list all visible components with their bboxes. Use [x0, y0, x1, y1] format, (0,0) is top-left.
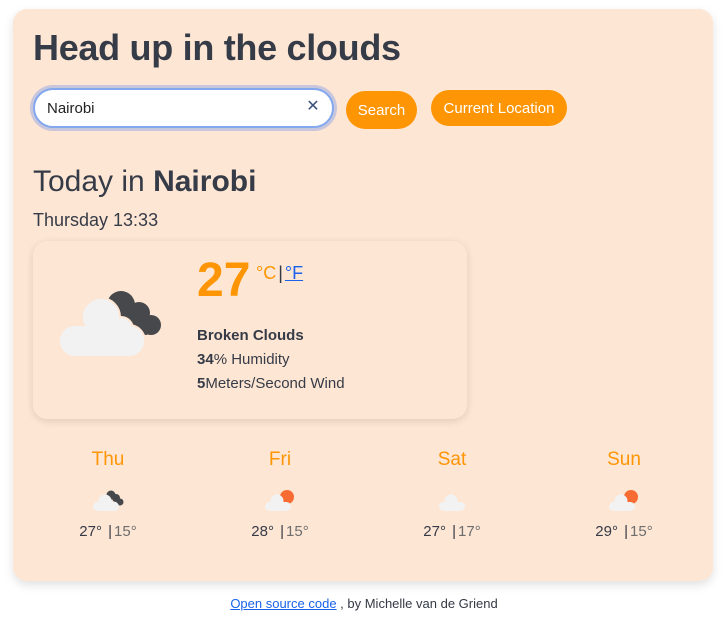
humidity-label: % Humidity	[213, 351, 290, 368]
footer: Open source code , by Michelle van de Gr…	[0, 596, 728, 611]
broken-clouds-icon	[58, 291, 161, 358]
forecast-min: 15°	[286, 523, 309, 540]
forecast-min: 15°	[630, 523, 653, 540]
app-title: Head up in the clouds	[33, 27, 401, 68]
weather-app: Head up in the clouds ✕ Search Current L…	[13, 9, 713, 581]
footer-credit: , by Michelle van de Griend	[336, 596, 498, 611]
forecast-min: 15°	[114, 523, 137, 540]
broken-clouds-icon	[93, 490, 124, 511]
today-heading: Today in Nairobi	[33, 165, 256, 199]
forecast-separator: |	[452, 523, 457, 540]
search-button[interactable]: Search	[346, 91, 417, 129]
fahrenheit-link[interactable]: °F	[285, 263, 303, 283]
forecast-day: Sat 27° | 17°	[377, 449, 527, 540]
current-location-button[interactable]: Current Location	[431, 90, 567, 126]
forecast-max: 28°	[251, 523, 274, 540]
forecast-separator: |	[108, 523, 113, 540]
forecast-max: 27°	[79, 523, 102, 540]
forecast-temps: 28° | 15°	[205, 523, 355, 540]
unit-separator: |	[278, 263, 283, 283]
few-clouds-day-icon	[609, 490, 638, 511]
forecast-separator: |	[624, 523, 629, 540]
current-temperature: 27	[197, 254, 251, 307]
city-search-input[interactable]	[47, 90, 297, 126]
wind-label: Meters/Second Wind	[205, 375, 345, 392]
forecast-max: 29°	[595, 523, 618, 540]
current-weather-card: 27 °C | °F Broken Clouds 34% Humidity 5Met…	[33, 241, 467, 419]
forecast-separator: |	[280, 523, 285, 540]
forecast-day-name: Fri	[268, 449, 292, 470]
forecast-temps: 29° | 15°	[549, 523, 699, 540]
weather-description: Broken Clouds	[197, 327, 304, 344]
humidity-value: 34	[197, 351, 214, 368]
forecast-temps: 27° | 17°	[377, 523, 527, 540]
forecast-day: Thu 27° | 15°	[33, 449, 183, 540]
forecast-day-name: Sun	[607, 449, 641, 470]
few-clouds-day-icon	[265, 490, 294, 511]
forecast: Thu 27° | 15° Fri 28° | 15° Sat 27° | 17° S…	[33, 449, 713, 559]
city-name: Nairobi	[153, 165, 257, 198]
forecast-max: 27°	[423, 523, 446, 540]
humidity: 34% Humidity	[197, 351, 290, 368]
celsius-unit[interactable]: °C	[256, 263, 276, 283]
forecast-day: Fri 28° | 15°	[205, 449, 355, 540]
close-icon[interactable]: ✕	[304, 98, 322, 116]
source-code-link[interactable]: Open source code	[230, 596, 336, 611]
search-box: ✕	[33, 88, 334, 128]
wind: 5Meters/Second Wind	[197, 375, 345, 392]
current-datetime: Thursday 13:33	[33, 210, 159, 230]
forecast-temps: 27° | 15°	[33, 523, 183, 540]
scattered-clouds-icon	[439, 494, 465, 511]
unit-toggle: °C | °F	[256, 263, 303, 284]
forecast-day: Sun 29° | 15°	[549, 449, 699, 540]
today-prefix: Today in	[33, 165, 154, 198]
forecast-day-name: Sat	[437, 449, 467, 470]
forecast-day-name: Thu	[91, 449, 125, 470]
forecast-min: 17°	[458, 523, 481, 540]
